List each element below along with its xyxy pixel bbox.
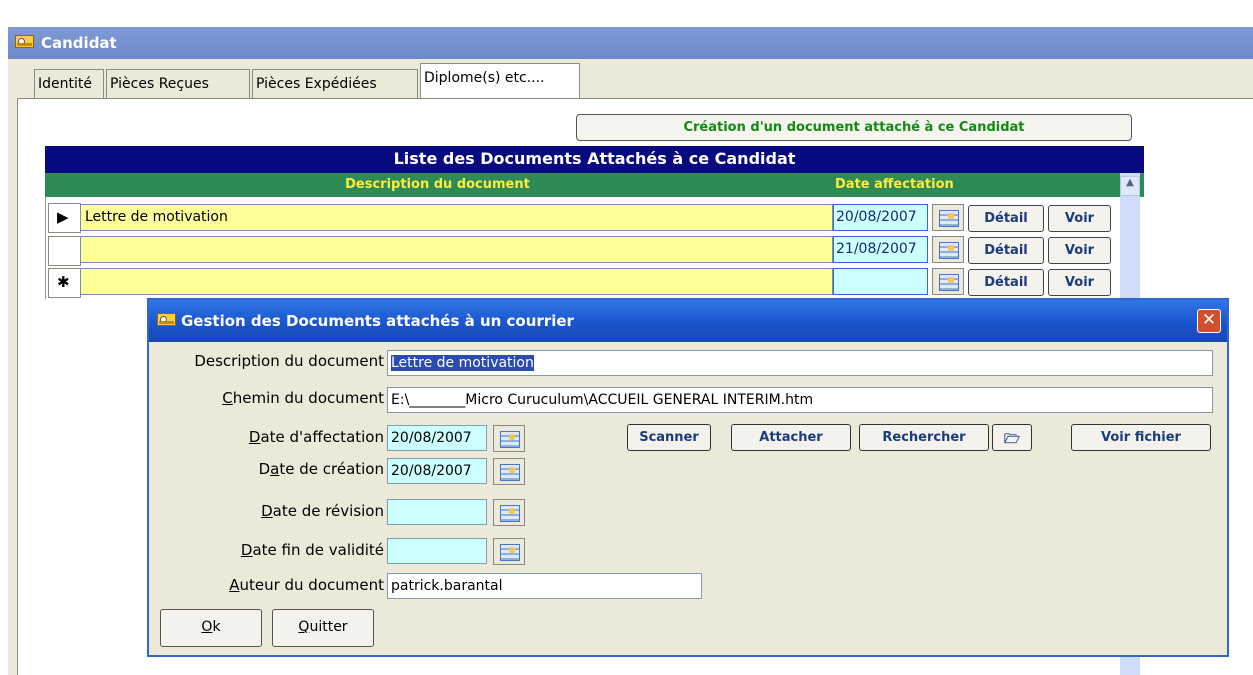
app-icon — [157, 313, 176, 326]
voir-button[interactable]: Voir — [1048, 237, 1111, 264]
column-header-description: Description du document — [345, 177, 530, 192]
window-title-bar[interactable]: Candidat — [8, 27, 1253, 59]
date-revision-field[interactable] — [387, 499, 487, 525]
window-title: Candidat — [41, 34, 117, 52]
voir-fichier-button[interactable]: Voir fichier — [1071, 424, 1211, 451]
chemin-field[interactable]: E:\________Micro Curuculum\ACCUEIL GENER… — [387, 387, 1213, 413]
date-fin-field[interactable] — [387, 538, 487, 564]
date-cell[interactable]: 20/08/2007 — [833, 204, 928, 231]
date-creation-label: Date de création — [258, 460, 384, 478]
date-affectation-field[interactable]: 20/08/2007 — [387, 425, 487, 451]
dialog-title: Gestion des Documents attachés à un cour… — [181, 312, 574, 330]
rechercher-button[interactable]: Rechercher — [859, 424, 989, 451]
scanner-button[interactable]: Scanner — [627, 424, 711, 451]
tab-identite[interactable]: Identité — [34, 69, 104, 99]
voir-button[interactable]: Voir — [1048, 269, 1111, 296]
date-creation-field[interactable]: 20/08/2007 — [387, 458, 487, 484]
app-icon — [15, 35, 34, 48]
chemin-label: Chemin du document — [222, 389, 384, 407]
description-cell[interactable] — [80, 236, 833, 263]
dialog-title-bar[interactable]: Gestion des Documents attachés à un cour… — [149, 300, 1227, 342]
scroll-up-button[interactable]: ▲ — [1120, 176, 1140, 196]
calendar-icon[interactable] — [932, 204, 964, 231]
create-document-button[interactable]: Création d'un document attaché à ce Cand… — [576, 114, 1132, 141]
tab-pieces-expediees[interactable]: Pièces Expédiées — [252, 69, 418, 99]
tab-pieces-recues[interactable]: Pièces Reçues — [106, 69, 250, 99]
document-dialog: Gestion des Documents attachés à un cour… — [147, 298, 1229, 657]
calendar-icon[interactable] — [493, 458, 525, 485]
list-header: Liste des Documents Attachés à ce Candid… — [45, 146, 1144, 173]
date-affectation-label: Date d'affectation — [248, 428, 384, 446]
folder-icon: 🗁 — [1003, 432, 1021, 447]
detail-button[interactable]: Détail — [968, 237, 1044, 264]
calendar-icon[interactable] — [932, 268, 964, 295]
calendar-icon[interactable] — [493, 499, 525, 526]
row-selector[interactable]: ✱ — [48, 268, 81, 298]
detail-button[interactable]: Détail — [968, 205, 1044, 232]
column-header-row: Description du document Date affectation — [45, 173, 1144, 197]
row-selector[interactable] — [48, 236, 81, 266]
ok-button[interactable]: Ok — [160, 609, 262, 647]
row-selector[interactable]: ▶ — [48, 203, 81, 233]
date-cell[interactable]: 21/08/2007 — [833, 236, 928, 263]
folder-browse-button[interactable]: 🗁 — [992, 424, 1032, 451]
calendar-icon[interactable] — [932, 236, 964, 263]
description-cell[interactable]: Lettre de motivation — [80, 204, 833, 231]
current-row-icon: ▶ — [57, 208, 69, 226]
date-fin-label: Date fin de validité — [240, 541, 384, 559]
description-label: Description du document — [194, 352, 384, 370]
new-row-icon: ✱ — [57, 273, 70, 291]
column-header-date: Date affectation — [835, 177, 954, 192]
calendar-icon[interactable] — [493, 538, 525, 565]
auteur-field[interactable]: patrick.barantal — [387, 573, 702, 599]
auteur-label: Auteur du document — [229, 576, 384, 594]
close-button[interactable]: ✕ — [1197, 309, 1221, 333]
description-cell[interactable] — [80, 268, 833, 295]
voir-button[interactable]: Voir — [1048, 205, 1111, 232]
date-cell[interactable] — [833, 268, 928, 295]
tab-diplomes[interactable]: Diplome(s) etc.... — [420, 63, 580, 99]
description-field[interactable]: Lettre de motivation — [387, 350, 1213, 376]
attacher-button[interactable]: Attacher — [731, 424, 851, 451]
detail-button[interactable]: Détail — [968, 269, 1044, 296]
quitter-button[interactable]: Quitter — [272, 609, 374, 647]
date-revision-label: Date de révision — [261, 502, 384, 520]
calendar-icon[interactable] — [493, 425, 525, 452]
